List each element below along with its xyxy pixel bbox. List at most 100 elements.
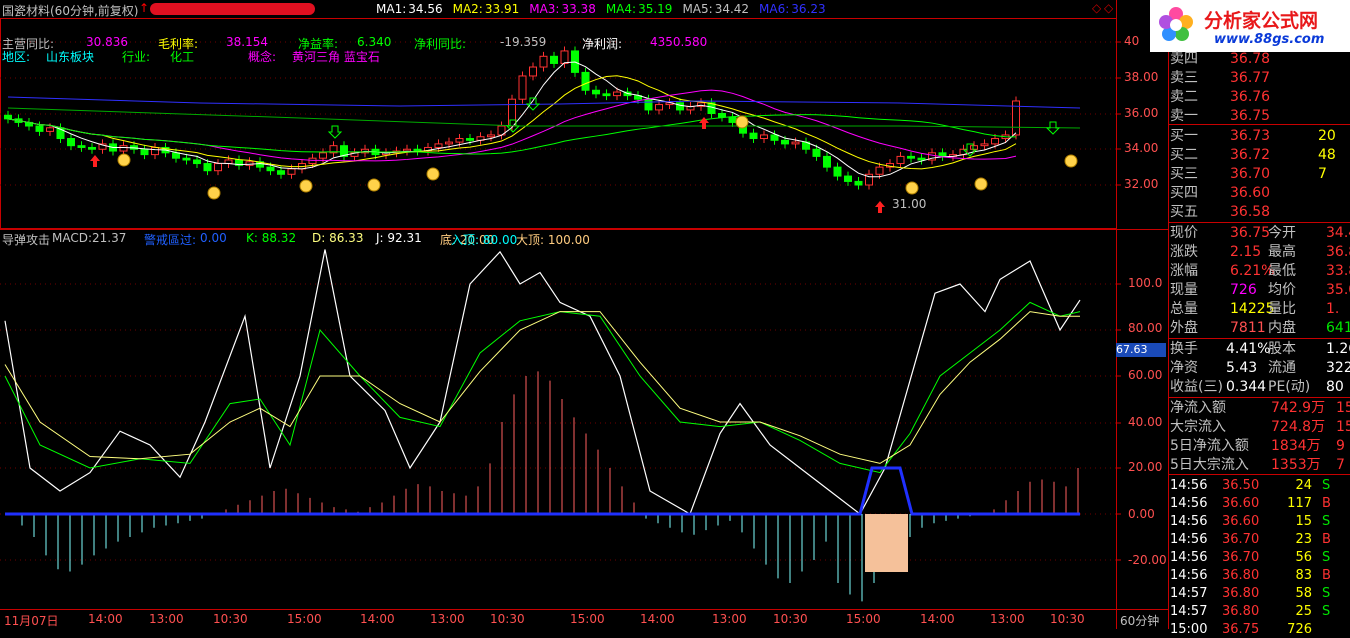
candle-body — [67, 138, 75, 147]
chart-canvas[interactable] — [0, 0, 1350, 629]
quote-row: 14:57 36.80 25 S — [1168, 602, 1350, 620]
time-axis-label: 10:30 — [773, 612, 808, 626]
tick-volume: 24 — [1295, 478, 1312, 493]
time-axis-label: 13:00 — [430, 612, 465, 626]
info-concept-label: 概念: — [248, 50, 277, 64]
tick-time: 14:57 — [1170, 604, 1208, 619]
candle-body — [277, 170, 285, 175]
quote-value: 1. — [1326, 301, 1340, 317]
indicator-name[interactable]: 导弹攻击 — [2, 231, 50, 248]
quote-row: 总量 14225 量比 1. — [1168, 300, 1350, 319]
tick-price: 36.80 — [1222, 586, 1260, 601]
info-zyl-value: 30.836 — [86, 35, 128, 49]
time-axis-label: 10:30 — [490, 612, 525, 626]
ma-legend: MA1: 34.56 MA2: 33.91 MA3: 33.38 MA4: 35.19 MA5:… — [376, 2, 836, 16]
diamond-icon[interactable]: ◇ — [1092, 1, 1101, 15]
quote-row: 5日大宗流入 1353万 7 — [1168, 456, 1350, 475]
tick-volume: 83 — [1295, 568, 1312, 583]
ask-label: 卖一 — [1170, 108, 1198, 124]
quote-row: 卖三 36.77 — [1168, 69, 1350, 88]
ask-price: 36.76 — [1230, 89, 1271, 105]
k-line — [4, 301, 1081, 474]
quote-row: 14:56 36.50 24 S — [1168, 476, 1350, 494]
candle-body — [35, 125, 44, 132]
quote-row: 14:56 36.80 83 B — [1168, 566, 1350, 584]
quote-value: 33.8 — [1326, 263, 1350, 279]
candle-body — [980, 143, 989, 147]
quote-row: 5日净流入额 1834万 9 — [1168, 437, 1350, 456]
ma-value: 35.19 — [638, 2, 673, 16]
ask-label: 卖三 — [1170, 70, 1198, 86]
time-axis-label: 14:00 — [640, 612, 675, 626]
flow-value: 724.8万 — [1271, 419, 1326, 435]
money-bag-icon — [207, 186, 221, 200]
quote-row: 卖一 36.75 — [1168, 107, 1350, 126]
candle-body — [403, 148, 411, 152]
ask-price: 36.75 — [1230, 108, 1271, 124]
info-industry-value: 化工 — [170, 50, 195, 64]
period-label[interactable]: 60分钟 — [1120, 612, 1159, 629]
quote-label: 总量 — [1170, 301, 1198, 317]
info-industry-label: 行业: — [122, 50, 151, 64]
candle-body — [896, 155, 905, 165]
info-jlr2-label: 净利润: — [582, 37, 623, 51]
logo-name: 分析家公式网 — [1204, 10, 1319, 32]
fund-label: PE(动) — [1268, 379, 1311, 395]
indicator-axis-label: 60.00 — [1128, 368, 1163, 382]
tick-price: 36.80 — [1222, 604, 1260, 619]
fund-label: 股本 — [1268, 341, 1296, 357]
quote-value: 35.0 — [1326, 282, 1350, 298]
price-axis-label: 34.00 — [1124, 141, 1159, 155]
candle-body — [413, 148, 422, 152]
candle-body — [214, 163, 222, 172]
candle-body — [760, 134, 768, 140]
time-axis-label: 14:00 — [920, 612, 955, 626]
flow-extra: 15 — [1336, 400, 1350, 416]
candle-body — [749, 132, 758, 140]
quote-label: 均价 — [1268, 282, 1296, 298]
quote-row: 换手 4.41%股本 1.26 — [1168, 340, 1350, 359]
warn-value: 0.00 — [200, 231, 227, 245]
candle-body — [770, 134, 779, 141]
site-logo[interactable]: 分析家公式网 www.88gs.com — [1150, 0, 1350, 52]
flow-label: 5日净流入额 — [1170, 438, 1249, 454]
indicator-axis-label: 0.00 — [1128, 507, 1155, 521]
tick-time: 14:56 — [1170, 550, 1208, 565]
quote-row: 买一 36.73 20 — [1168, 127, 1350, 146]
tick-side: S — [1322, 604, 1331, 619]
time-axis-label: 11月07日 — [4, 614, 59, 628]
tick-side: B — [1322, 568, 1331, 583]
bid-volume: 7 — [1318, 166, 1327, 182]
bid-price: 36.70 — [1230, 166, 1271, 182]
flow-label: 大宗流入 — [1170, 419, 1226, 435]
bid-label: 买一 — [1170, 128, 1198, 144]
fund-value: 4.41% — [1226, 341, 1271, 357]
fund-label: 收益(三) — [1170, 379, 1223, 395]
quote-row: 涨幅6.21%最低33.8 — [1168, 262, 1350, 281]
candle-body — [140, 148, 149, 156]
quote-row: 外盘 7811 内盘 641 — [1168, 319, 1350, 338]
candle-body — [907, 155, 915, 159]
candle-body — [4, 114, 12, 120]
candle-body — [193, 159, 201, 165]
tick-price: 36.60 — [1222, 496, 1260, 511]
buy-arrow-icon — [90, 155, 100, 167]
money-bag-icon — [974, 177, 988, 191]
tick-time: 15:00 — [1170, 622, 1208, 637]
quote-label: 量比 — [1268, 301, 1296, 317]
candle-body — [529, 66, 537, 77]
tick-side: S — [1322, 514, 1331, 529]
tick-price: 36.70 — [1222, 550, 1260, 565]
candle-body — [991, 138, 999, 145]
bid-label: 买三 — [1170, 166, 1198, 182]
time-axis-label: 13:00 — [712, 612, 747, 626]
tick-side: S — [1322, 586, 1331, 601]
fund-value: 0.344 — [1226, 379, 1267, 395]
candle-body — [676, 102, 684, 111]
buy-arrow-icon — [875, 201, 885, 213]
sell-arrow-icon — [327, 125, 343, 139]
flow-value: 1834万 — [1271, 438, 1321, 454]
diamond-icon[interactable]: ◇ — [1104, 1, 1113, 15]
quote-row: 净资 5.43 流通 3226 — [1168, 359, 1350, 378]
quote-label: 内盘 — [1268, 320, 1296, 336]
